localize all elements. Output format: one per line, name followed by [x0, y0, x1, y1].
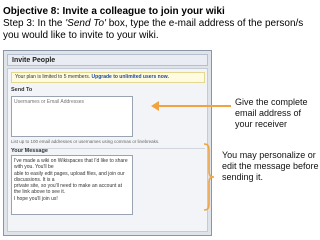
upgrade-link[interactable]: Upgrade to unlimited users now.: [92, 74, 169, 80]
dialog-body: Your plan is limited to 5 members. Upgra…: [7, 68, 208, 232]
message-line: able to easily edit pages, upload files,…: [14, 170, 127, 183]
send-to-label: Send To: [11, 87, 33, 93]
plan-limit-notice: Your plan is limited to 5 members. Upgra…: [11, 72, 205, 83]
send-to-input[interactable]: [11, 96, 133, 137]
slide-step-text: Step 3: In the 'Send To' box, type the e…: [3, 18, 319, 42]
message-input[interactable]: I've made a wiki on Wikispaces that I'd …: [11, 155, 133, 215]
invite-people-dialog: Invite People Your plan is limited to 5 …: [3, 50, 212, 236]
message-label: Your Message: [11, 148, 48, 154]
notice-text: Your plan is limited to 5 members.: [15, 74, 91, 80]
message-line: private site, so you'll need to make an …: [14, 183, 124, 196]
dialog-title: Invite People: [12, 57, 56, 64]
send-to-annotation: Give the complete email address of your …: [235, 97, 308, 129]
step-prefix: Step 3: In the: [3, 18, 66, 29]
step-field-name: 'Send To': [65, 18, 106, 29]
right-brace-icon: [203, 143, 215, 211]
send-to-hint: List up to 100 email addresses or userna…: [11, 139, 160, 144]
message-line: I hope you'll join us!: [14, 195, 58, 202]
slide-title: Objective 8: Invite a colleague to join …: [3, 6, 225, 17]
dialog-header: Invite People: [7, 54, 208, 66]
message-annotation: You may personalize or edit the message …: [222, 150, 319, 182]
message-line: I've made a wiki on Wikispaces that I'd …: [14, 158, 130, 171]
arrow-shaft: [158, 105, 231, 107]
arrow-left-icon: [151, 101, 159, 111]
